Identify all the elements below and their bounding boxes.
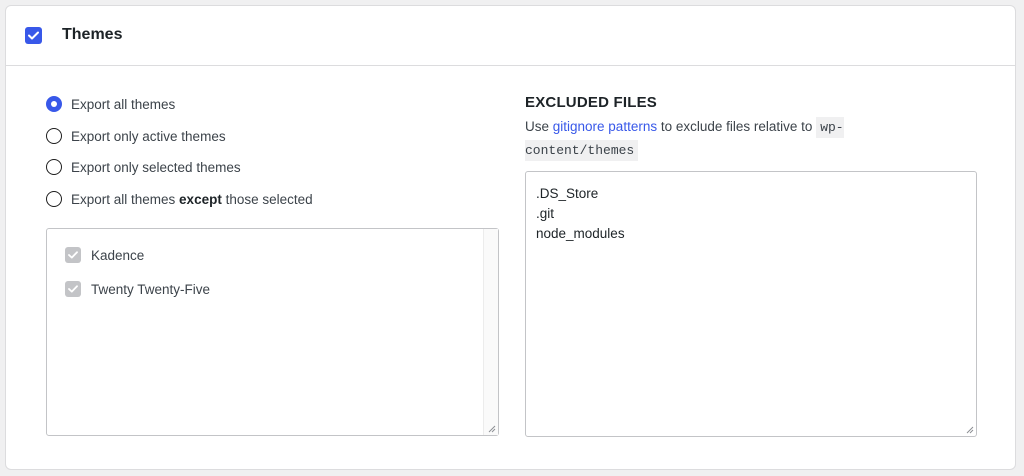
desc-text: Use xyxy=(525,119,553,134)
gitignore-patterns-link[interactable]: gitignore patterns xyxy=(553,119,657,134)
label-text: Export all themes xyxy=(71,191,180,207)
excluded-files-description: Use gitignore patterns to exclude files … xyxy=(525,116,885,162)
themes-enable-checkbox[interactable] xyxy=(25,27,42,44)
theme-name: Kadence xyxy=(91,247,145,263)
section-title: Themes xyxy=(62,26,123,43)
radio-label: Export only selected themes xyxy=(71,159,241,175)
panel-header: Themes xyxy=(6,6,1015,66)
theme-list[interactable]: Kadence Twenty Twenty-Five xyxy=(46,228,499,436)
resize-handle-icon[interactable] xyxy=(487,424,496,433)
theme-item-twenty-twenty-five[interactable]: Twenty Twenty-Five xyxy=(65,279,210,299)
theme-item-kadence[interactable]: Kadence xyxy=(65,245,144,265)
theme-checkbox[interactable] xyxy=(65,247,81,263)
radio-button[interactable] xyxy=(46,96,62,112)
checkmark-icon xyxy=(28,31,39,40)
exclude-pattern: .git xyxy=(536,206,555,221)
radio-label: Export all themes xyxy=(71,96,176,112)
radio-export-all[interactable]: Export all themes xyxy=(46,93,175,115)
radio-label: Export all themes except those selected xyxy=(71,192,313,207)
radio-export-except[interactable]: Export all themes except those selected xyxy=(46,188,313,210)
themes-panel: Themes Export all themes Export only act… xyxy=(5,5,1016,470)
excluded-files-textarea[interactable]: .DS_Store .git node_modules xyxy=(525,171,977,437)
scrollbar[interactable] xyxy=(483,229,498,435)
resize-handle-icon[interactable] xyxy=(965,425,974,434)
exclude-pattern: node_modules xyxy=(536,226,625,241)
desc-text: to exclude files relative to xyxy=(657,119,817,134)
radio-button[interactable] xyxy=(46,191,62,207)
label-emphasis: except xyxy=(179,191,222,207)
radio-export-selected[interactable]: Export only selected themes xyxy=(46,156,241,178)
radio-export-active[interactable]: Export only active themes xyxy=(46,125,226,147)
label-text: those selected xyxy=(221,191,313,207)
exclude-pattern: .DS_Store xyxy=(536,186,599,201)
radio-button[interactable] xyxy=(46,159,62,175)
theme-checkbox[interactable] xyxy=(65,281,81,297)
checkmark-icon xyxy=(68,285,78,293)
radio-label: Export only active themes xyxy=(71,128,226,144)
checkmark-icon xyxy=(68,251,78,259)
radio-button[interactable] xyxy=(46,128,62,144)
theme-name: Twenty Twenty-Five xyxy=(91,281,211,297)
excluded-files-heading: EXCLUDED FILES xyxy=(525,94,657,111)
